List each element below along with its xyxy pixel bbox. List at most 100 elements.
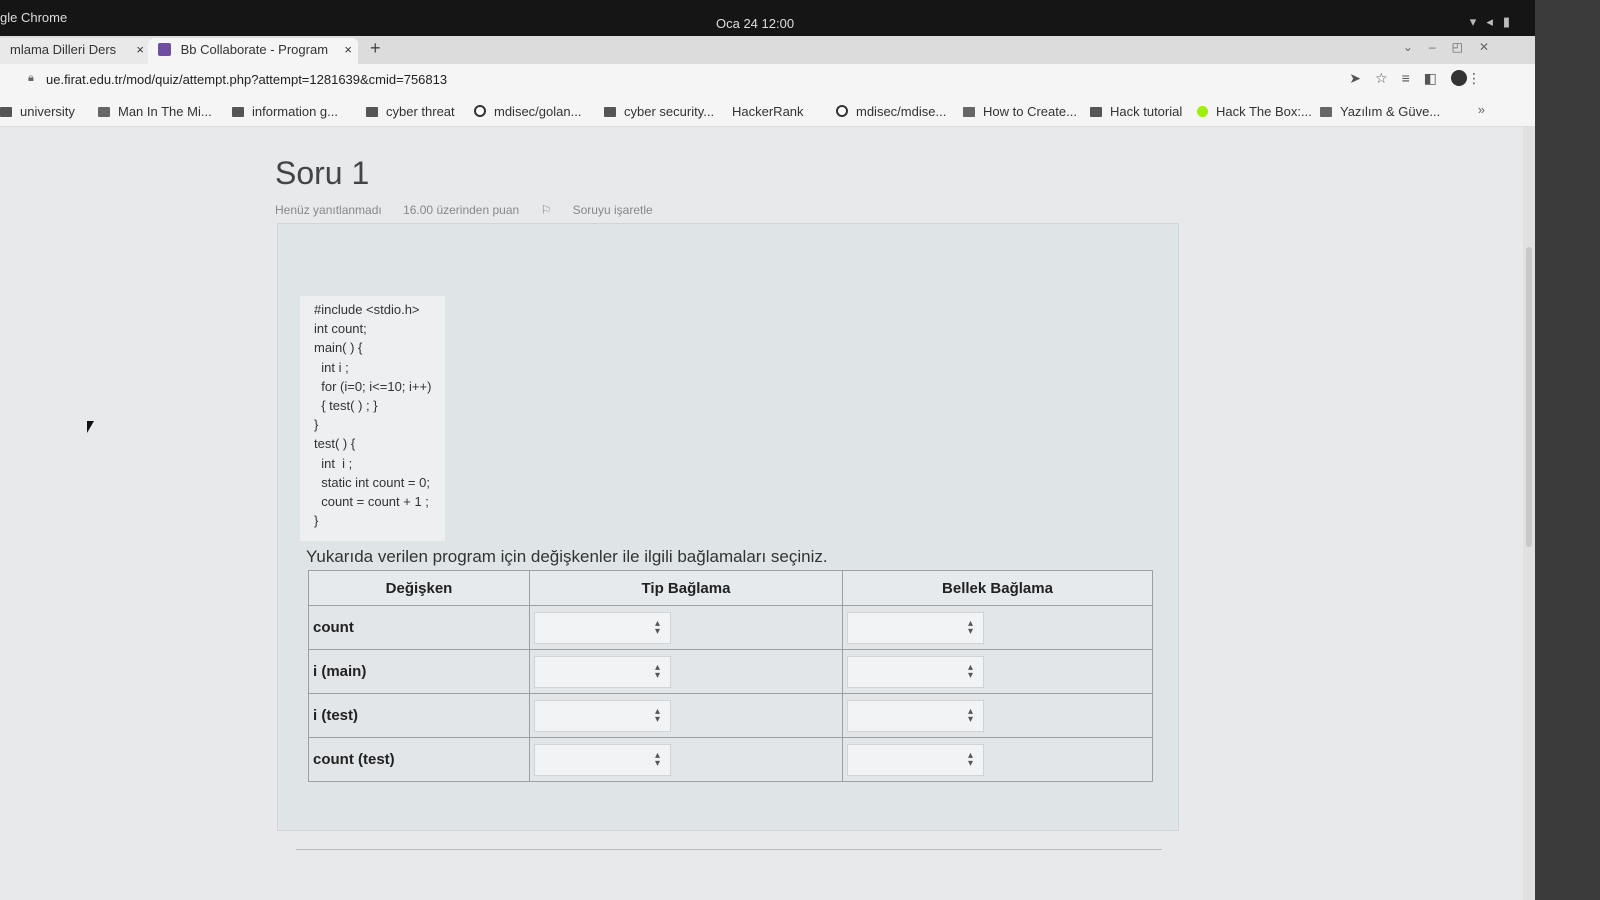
mouse-cursor-icon [87,421,94,433]
system-tray[interactable]: ▾◂▮ [1470,14,1520,30]
bookmark-hack-the-box[interactable]: Hack The Box:... [1197,104,1312,119]
tab-search-icon[interactable]: ⌄ [1403,40,1429,54]
send-icon[interactable]: ➤ [1349,70,1375,86]
site-icon [1320,107,1332,117]
memory-binding-select[interactable]: ▴ ▾ [847,611,984,644]
type-binding-select[interactable]: ▴ ▾ [534,743,671,776]
bookmarks-more-button[interactable]: » [1478,102,1485,117]
memory-binding-select[interactable]: ▴ ▾ [847,699,984,732]
column-header-variable: Değişken [308,570,530,606]
bookmarks-bar: university Man In The Mi... information … [0,96,1535,127]
window-controls[interactable]: ⌄–◰✕ [1403,40,1505,54]
memory-binding-select[interactable]: ▴ ▾ [847,655,984,688]
tab-strip: mlama Dilleri Ders × Bb Collaborate - Pr… [0,36,1535,64]
code-block: #include <stdio.h> int count; main( ) { … [300,296,445,541]
select-arrows-icon: ▴ ▾ [654,705,660,725]
bookmark-information-g[interactable]: information g... [232,104,338,119]
code-line: { test( ) ; } [314,398,378,414]
type-binding-select[interactable]: ▴ ▾ [534,611,671,644]
close-icon[interactable]: × [136,38,144,62]
code-line: test( ) { [314,436,356,452]
tab-label: Bb Collaborate - Program [180,42,329,57]
binding-table: Değişken Tip Bağlama Bellek Bağlama coun… [308,570,1153,782]
bookmark-mdisec-golan[interactable]: mdisec/golan... [474,104,581,119]
restore-icon[interactable]: ◰ [1452,40,1479,54]
close-icon[interactable]: × [344,38,352,62]
flag-icon: ⚐ [540,203,555,217]
tab-inactive[interactable]: mlama Dilleri Ders × [0,38,150,64]
bookmark-university[interactable]: university [0,104,75,119]
app-menu[interactable]: gle Chrome [0,10,67,25]
table-row: i (main) ▴ ▾ ▴ ▾ [308,649,1153,694]
select-arrows-icon: ▴ ▾ [967,617,973,637]
clock[interactable]: Oca 24 12:00 [716,16,794,31]
bookmark-how-to-create[interactable]: How to Create... [963,104,1077,119]
minimize-icon[interactable]: – [1429,40,1452,54]
github-icon [474,105,486,117]
reading-list-icon[interactable]: ≡ [1402,70,1424,86]
type-binding-cell: ▴ ▾ [529,737,843,782]
bookmark-yazilim-guve[interactable]: Yazılım & Güve... [1320,104,1440,119]
code-line: int count; [314,321,367,337]
code-line: } [314,417,319,433]
question-status: Henüz yanıtlanmadı [275,203,382,217]
battery-icon: ▮ [1502,14,1520,29]
type-binding-cell: ▴ ▾ [529,605,843,650]
close-window-icon[interactable]: ✕ [1479,40,1505,54]
os-top-bar: gle Chrome Oca 24 12:00 ▾◂▮ [0,0,1600,36]
site-icon [963,107,975,117]
column-header-memory-binding: Bellek Bağlama [842,570,1153,606]
github-icon [836,105,848,117]
tab-active[interactable]: Bb Collaborate - Program × [148,38,358,64]
column-header-type-binding: Tip Bağlama [529,570,843,606]
variable-name: i (test) [308,693,530,738]
table-row: i (test) ▴ ▾ ▴ ▾ [308,693,1153,738]
type-binding-cell: ▴ ▾ [529,649,843,694]
select-arrows-icon: ▴ ▾ [967,705,973,725]
code-line: } [314,513,319,529]
bookmark-hack-tutorial[interactable]: Hack tutorial [1090,104,1182,119]
type-binding-select[interactable]: ▴ ▾ [534,655,671,688]
bookmark-mdisec-mdise[interactable]: mdisec/mdise... [836,104,946,119]
wifi-icon: ▾ [1469,14,1487,29]
variable-name: count [308,605,530,650]
folder-icon [1090,107,1102,117]
code-line: for (i=0; i<=10; i++) [314,378,432,394]
folder-icon [0,107,12,117]
scrollbar-thumb[interactable] [1526,247,1532,547]
memory-binding-select[interactable]: ▴ ▾ [847,743,984,776]
select-arrows-icon: ▴ ▾ [654,617,660,637]
code-line: count = count + 1 ; [314,494,429,510]
url-field[interactable]: ue.firat.edu.tr/mod/quiz/attempt.php?att… [46,72,447,87]
bookmark-cyber-security[interactable]: cyber security... [604,104,714,119]
profile-avatar[interactable] [1451,70,1467,86]
memory-binding-cell: ▴ ▾ [842,737,1153,782]
star-icon[interactable]: ☆ [1375,70,1402,86]
site-icon [98,107,110,117]
folder-icon [232,107,244,117]
question-prompt: Yukarıda verilen program için değişkenle… [306,547,828,566]
memory-binding-cell: ▴ ▾ [842,605,1153,650]
table-row: count ▴ ▾ ▴ ▾ [308,605,1153,650]
select-arrows-icon: ▴ ▾ [967,661,973,681]
page-scrollbar[interactable] [1523,127,1535,900]
menu-icon[interactable]: ⋮ [1467,70,1495,86]
folder-icon [604,107,616,117]
type-binding-select[interactable]: ▴ ▾ [534,699,671,732]
toolbar-icons: ➤☆≡◧ ⋮ [1349,70,1495,87]
lock-icon[interactable]: 🔒︎ [28,72,34,85]
divider [296,849,1162,850]
bookmark-cyber-threat[interactable]: cyber threat [366,104,455,119]
variable-name: count (test) [308,737,530,782]
table-row: count (test) ▴ ▾ ▴ ▾ [308,737,1153,782]
type-binding-cell: ▴ ▾ [529,693,843,738]
question-info: Henüz yanıtlanmadı 16.00 üzerinden puan … [275,203,689,217]
side-panel-icon[interactable]: ◧ [1424,70,1451,86]
bookmark-hackerrank[interactable]: HackerRank [732,104,804,119]
address-bar: 🔒︎ ue.firat.edu.tr/mod/quiz/attempt.php?… [0,64,1535,96]
flag-question-link[interactable]: ⚐ Soruyu işaretle [541,203,671,217]
volume-icon: ◂ [1486,14,1503,29]
new-tab-button[interactable]: + [370,38,381,59]
code-line: #include <stdio.h> [314,302,420,317]
bookmark-man-in-the-mi[interactable]: Man In The Mi... [98,104,212,119]
